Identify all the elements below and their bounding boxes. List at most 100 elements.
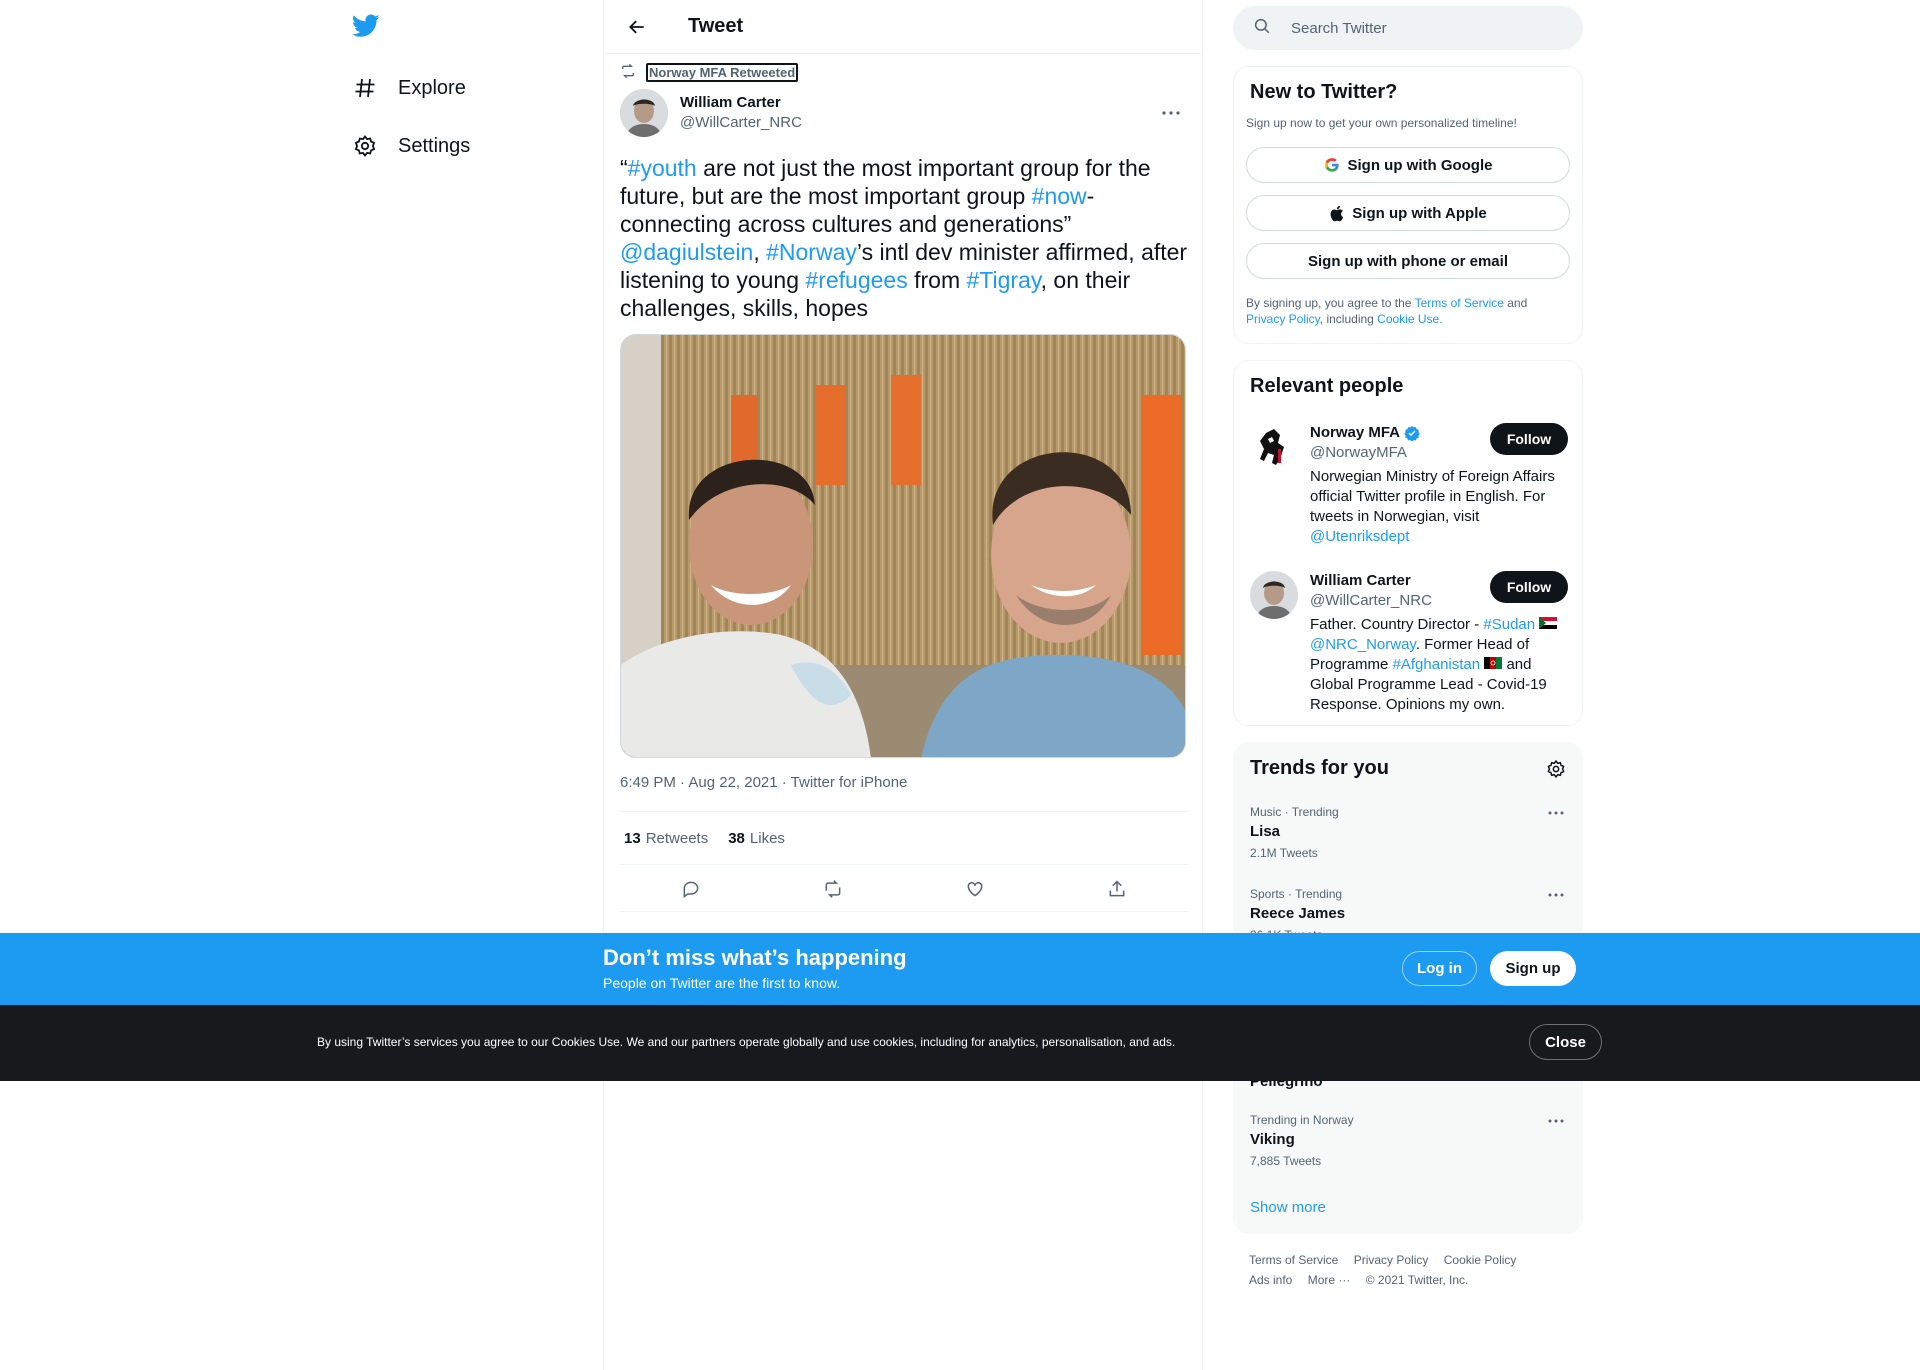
retweets-count[interactable]: 13 (624, 830, 641, 847)
tweet-photo[interactable] (620, 334, 1186, 758)
banner-subtitle: People on Twitter are the first to know. (603, 975, 841, 991)
nrc-norway-link[interactable]: @NRC_Norway (1310, 636, 1416, 653)
signup-apple-button[interactable]: Sign up with Apple (1246, 195, 1570, 231)
person-norway-mfa[interactable]: Norway MFA @NorwayMFA Norwegian Ministry… (1250, 423, 1568, 553)
retweet-icon (620, 63, 636, 82)
retweeted-by-link[interactable]: Norway MFA Retweeted (646, 63, 799, 82)
trend-item[interactable]: Trending in Norway Viking 7,885 Tweets (1250, 1113, 1568, 1168)
signup-phone-email-button[interactable]: Sign up with phone or email (1246, 243, 1570, 279)
avatar[interactable] (1250, 571, 1298, 619)
gear-icon (352, 133, 378, 159)
footer-privacy-link[interactable]: Privacy Policy (1354, 1253, 1429, 1267)
signup-google-button[interactable]: Sign up with Google (1246, 147, 1570, 183)
trends-title: Trends for you (1250, 757, 1389, 779)
hashtag-sudan[interactable]: #Sudan (1483, 616, 1535, 633)
signup-subtitle: Sign up now to get your own personalized… (1246, 116, 1517, 130)
person-william-carter[interactable]: William Carter @WillCarter_NRC Father. C… (1250, 571, 1568, 713)
apple-icon (1329, 205, 1344, 222)
search-placeholder: Search Twitter (1291, 19, 1387, 37)
tweet-text: “#youth are not just the most important … (620, 155, 1188, 321)
nav-explore-label: Explore (398, 76, 466, 99)
retweet-context: Norway MFA Retweeted (620, 63, 799, 82)
retweet-button-icon[interactable] (813, 869, 853, 909)
hashtag-norway[interactable]: #Norway (766, 239, 857, 265)
signup-card: New to Twitter? Sign up now to get your … (1233, 66, 1583, 344)
hashtag-icon (352, 75, 378, 101)
person-name[interactable]: Norway MFA (1310, 423, 1400, 443)
utenriksdept-link[interactable]: @Utenriksdept (1310, 528, 1409, 545)
follow-button[interactable]: Follow (1490, 571, 1568, 603)
verified-badge-icon (1404, 425, 1420, 441)
back-arrow-icon[interactable] (620, 10, 654, 44)
avatar[interactable] (620, 89, 668, 137)
person-bio: Norwegian Ministry of Foreign Affairs of… (1310, 468, 1555, 545)
hashtag-refugees[interactable]: #refugees (805, 267, 907, 293)
login-banner: Don’t miss what’s happening People on Tw… (0, 933, 1920, 1005)
more-options-icon[interactable] (1544, 1113, 1568, 1129)
more-options-icon[interactable] (1544, 805, 1568, 821)
like-heart-icon[interactable] (955, 869, 995, 909)
tweet-actions (620, 866, 1188, 912)
footer-links: Terms of Service Privacy Policy Cookie P… (1249, 1250, 1579, 1290)
likes-count[interactable]: 38 (728, 830, 745, 847)
signup-button[interactable]: Sign up (1490, 951, 1576, 986)
cookie-text: By using Twitter’s services you agree to… (317, 1035, 1176, 1049)
search-input[interactable]: Search Twitter (1233, 6, 1583, 50)
afghanistan-flag-icon (1484, 655, 1503, 675)
banner-title: Don’t miss what’s happening (603, 945, 907, 970)
tweet-stats: 13 Retweets 38 Likes (620, 811, 1188, 865)
signup-card-title: New to Twitter? (1250, 81, 1398, 103)
tweet-author: William Carter @WillCarter_NRC (620, 89, 1188, 137)
main-column: Tweet Norway MFA Retweeted William Carte… (603, 0, 1203, 1370)
cookie-close-button[interactable]: Close (1529, 1024, 1602, 1060)
trend-context: Music · Trending (1250, 805, 1339, 819)
reply-icon[interactable] (671, 869, 711, 909)
retweets-label[interactable]: Retweets (646, 830, 709, 847)
hashtag-youth[interactable]: #youth (628, 155, 697, 181)
footer-more-link[interactable]: More ··· (1308, 1273, 1351, 1287)
tweet-timestamp[interactable]: 6:49 PM · Aug 22, 2021 · Twitter for iPh… (620, 774, 907, 791)
relevant-people-card: Relevant people Norway MFA @NorwayMFA No… (1233, 360, 1583, 726)
trend-item[interactable]: Music · Trending Lisa 2.1M Tweets (1250, 805, 1568, 860)
trend-name: Viking (1250, 1131, 1295, 1148)
footer-copyright: © 2021 Twitter, Inc. (1365, 1273, 1469, 1287)
footer-terms-link[interactable]: Terms of Service (1249, 1253, 1338, 1267)
footer-cookie-link[interactable]: Cookie Policy (1444, 1253, 1517, 1267)
privacy-link[interactable]: Privacy Policy (1246, 312, 1320, 326)
person-bio: Father. Country Director - #Sudan @NRC_N… (1310, 615, 1568, 715)
nav-settings-label: Settings (398, 134, 471, 157)
trend-count: 2.1M Tweets (1250, 846, 1318, 860)
trend-count: 7,885 Tweets (1250, 1154, 1322, 1168)
cookie-consent-bar: By using Twitter’s services you agree to… (0, 1005, 1920, 1081)
mention-dagiulstein[interactable]: @dagiulstein (620, 239, 753, 265)
nav-settings[interactable]: Settings (352, 126, 470, 166)
trend-name: Lisa (1250, 823, 1281, 840)
sudan-flag-icon (1539, 615, 1558, 635)
author-handle[interactable]: @WillCarter_NRC (680, 113, 802, 133)
hashtag-now[interactable]: #now (1032, 183, 1087, 209)
more-options-icon[interactable] (1154, 103, 1188, 123)
likes-label[interactable]: Likes (750, 830, 785, 847)
show-more-link[interactable]: Show more (1250, 1199, 1326, 1216)
share-icon[interactable] (1097, 869, 1137, 909)
cookie-use-link[interactable]: Cookie Use. (1377, 312, 1442, 326)
trend-context: Sports · Trending (1250, 887, 1343, 901)
follow-button[interactable]: Follow (1490, 423, 1568, 455)
search-icon (1253, 17, 1271, 40)
trends-settings-gear-icon[interactable] (1546, 759, 1566, 784)
page-title: Tweet (688, 15, 744, 37)
author-name[interactable]: William Carter (680, 93, 802, 113)
hashtag-afghanistan[interactable]: #Afghanistan (1393, 656, 1481, 673)
terms-link[interactable]: Terms of Service (1415, 296, 1504, 310)
avatar[interactable] (1250, 423, 1298, 471)
signup-legal-text: By signing up, you agree to the Terms of… (1246, 296, 1528, 326)
nav-explore[interactable]: Explore (352, 68, 466, 108)
google-icon (1324, 157, 1340, 173)
page-header: Tweet (604, 0, 1202, 54)
login-button[interactable]: Log in (1402, 951, 1477, 986)
twitter-bird-icon[interactable] (351, 14, 382, 44)
hashtag-tigray[interactable]: #Tigray (967, 267, 1041, 293)
trend-name: Reece James (1250, 905, 1346, 922)
footer-ads-info-link[interactable]: Ads info (1249, 1273, 1292, 1287)
more-options-icon[interactable] (1544, 887, 1568, 903)
